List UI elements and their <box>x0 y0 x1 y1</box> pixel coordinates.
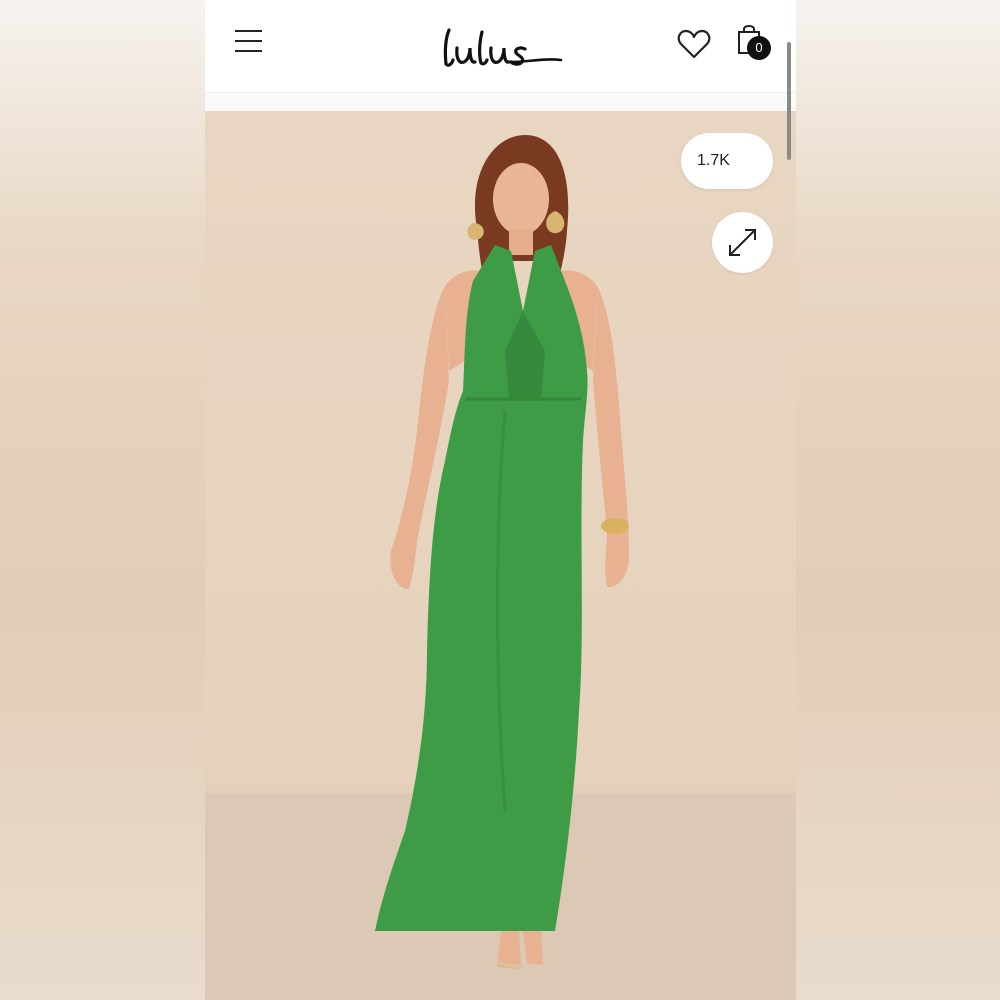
mobile-page: 0 1.7K <box>205 0 796 1000</box>
backdrop-left <box>0 0 205 1000</box>
expand-image-button[interactable] <box>712 212 773 273</box>
header-spacer <box>205 93 796 111</box>
expand-arrows-icon <box>729 229 756 256</box>
likes-count-button[interactable]: 1.7K <box>681 133 773 189</box>
backdrop-right <box>796 0 1000 1000</box>
product-image[interactable] <box>205 111 796 1000</box>
brand-logo[interactable] <box>435 18 570 72</box>
heart-icon <box>677 29 711 59</box>
hamburger-menu-icon <box>235 30 267 52</box>
menu-button[interactable] <box>235 30 267 56</box>
cart-count-badge: 0 <box>747 36 771 60</box>
lulus-logo <box>443 28 563 67</box>
site-header: 0 <box>205 0 796 93</box>
model-in-green-halter-dress <box>205 135 796 1000</box>
scrollbar[interactable] <box>787 42 791 160</box>
wishlist-button[interactable] <box>677 28 711 60</box>
